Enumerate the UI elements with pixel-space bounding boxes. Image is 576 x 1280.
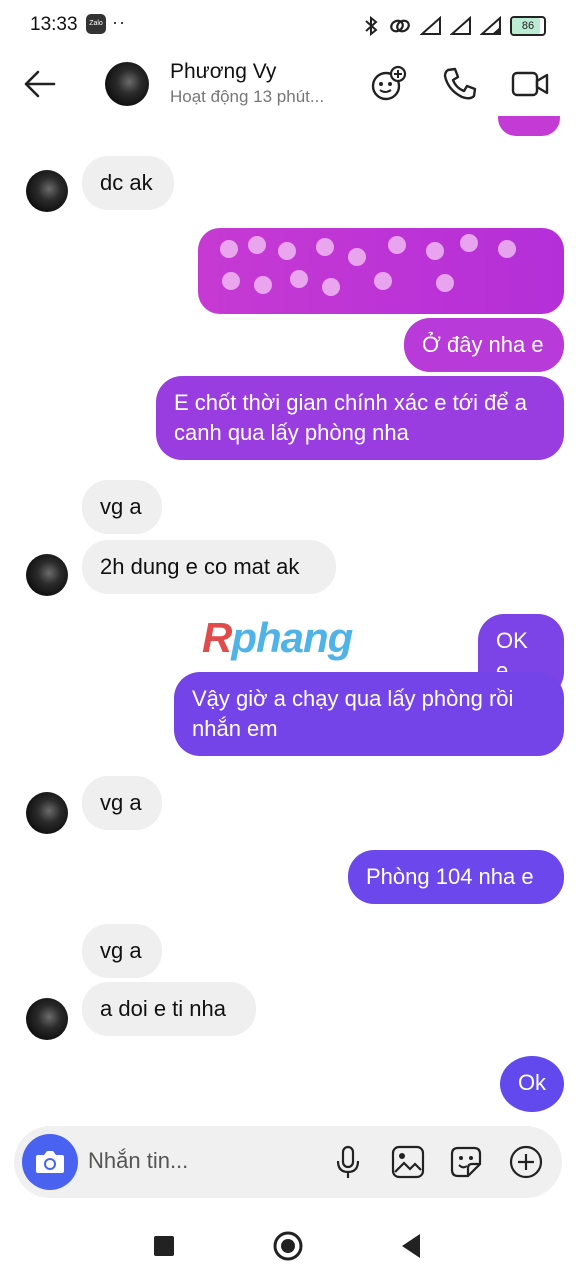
- message-received[interactable]: a doi e ti nha: [82, 982, 256, 1036]
- message-text: vg a: [100, 790, 142, 815]
- add-member-icon[interactable]: [368, 64, 408, 104]
- status-icons: 86: [362, 14, 546, 38]
- zalo-notification-icon: Zalo: [86, 14, 106, 34]
- message-text: vg a: [100, 938, 142, 963]
- microphone-icon[interactable]: [330, 1144, 366, 1180]
- message-sent[interactable]: Phòng 104 nha e: [348, 850, 564, 904]
- message-received[interactable]: vg a: [82, 480, 162, 534]
- watermark: Rphang: [202, 614, 353, 662]
- message-received[interactable]: dc ak: [82, 156, 174, 210]
- sender-avatar: [26, 170, 68, 212]
- message-text: vg a: [100, 494, 142, 519]
- message-received[interactable]: vg a: [82, 776, 162, 830]
- message-text: Phòng 104 nha e: [366, 864, 534, 889]
- message-sent-partial: [498, 116, 560, 136]
- message-text: dc ak: [100, 170, 153, 195]
- message-sent-redacted[interactable]: [198, 228, 564, 314]
- battery-indicator: 86: [510, 16, 546, 36]
- contact-avatar[interactable]: [105, 62, 149, 106]
- image-icon[interactable]: [390, 1144, 426, 1180]
- contact-name[interactable]: Phương Vy: [170, 60, 276, 84]
- sender-avatar: [26, 554, 68, 596]
- message-sent[interactable]: Vậy giờ a chạy qua lấy phòng rồi nhắn em: [174, 672, 564, 756]
- recent-apps-icon[interactable]: [146, 1228, 182, 1264]
- message-received[interactable]: 2h dung e co mat ak: [82, 540, 336, 594]
- contact-status: Hoạt động 13 phút...: [170, 87, 325, 106]
- message-sent[interactable]: Ok: [500, 1056, 564, 1112]
- chat-header: Phương Vy Hoạt động 13 phút...: [0, 52, 576, 116]
- sender-avatar: [26, 998, 68, 1040]
- watermark-text: phang: [231, 614, 353, 661]
- sender-avatar: [26, 792, 68, 834]
- bluetooth-icon: [365, 15, 378, 37]
- link-icon: [390, 19, 410, 33]
- message-input[interactable]: Nhắn tin...: [88, 1148, 188, 1174]
- watermark-initial: R: [202, 614, 232, 661]
- home-icon[interactable]: [270, 1228, 306, 1264]
- camera-button[interactable]: [22, 1134, 78, 1190]
- back-arrow-icon[interactable]: [20, 66, 60, 102]
- status-bar: 13:33 Zalo ·· 86: [0, 0, 576, 52]
- message-text: Ở đây nha e: [422, 332, 544, 357]
- message-sent[interactable]: E chốt thời gian chính xác e tới để a ca…: [156, 376, 564, 460]
- signal-icon: [420, 16, 441, 35]
- message-text: a doi e ti nha: [100, 996, 226, 1021]
- message-composer: Nhắn tin...: [14, 1126, 562, 1198]
- status-time: 13:33: [30, 14, 78, 35]
- signal-icon-2: [450, 16, 471, 35]
- message-text: Vậy giờ a chạy qua lấy phòng rồi nhắn em: [192, 686, 514, 741]
- message-text: 2h dung e co mat ak: [100, 554, 300, 579]
- plus-circle-icon[interactable]: [508, 1144, 544, 1180]
- battery-level: 86: [521, 20, 535, 32]
- message-list[interactable]: dc ak Ở đây nha e E chốt thời gian chính…: [0, 116, 576, 1126]
- back-icon[interactable]: [394, 1228, 430, 1264]
- phone-icon[interactable]: [440, 64, 480, 104]
- message-text: E chốt thời gian chính xác e tới để a ca…: [174, 390, 527, 445]
- more-notifications-indicator: ··: [112, 12, 126, 32]
- wifi-icon: [480, 16, 501, 35]
- camera-icon: [36, 1151, 64, 1173]
- message-text: Ok: [517, 1070, 547, 1095]
- video-icon[interactable]: [510, 64, 550, 104]
- system-nav-bar: [0, 1210, 576, 1280]
- message-received[interactable]: vg a: [82, 924, 162, 978]
- message-sent[interactable]: Ở đây nha e: [404, 318, 564, 372]
- sticker-icon[interactable]: [448, 1144, 484, 1180]
